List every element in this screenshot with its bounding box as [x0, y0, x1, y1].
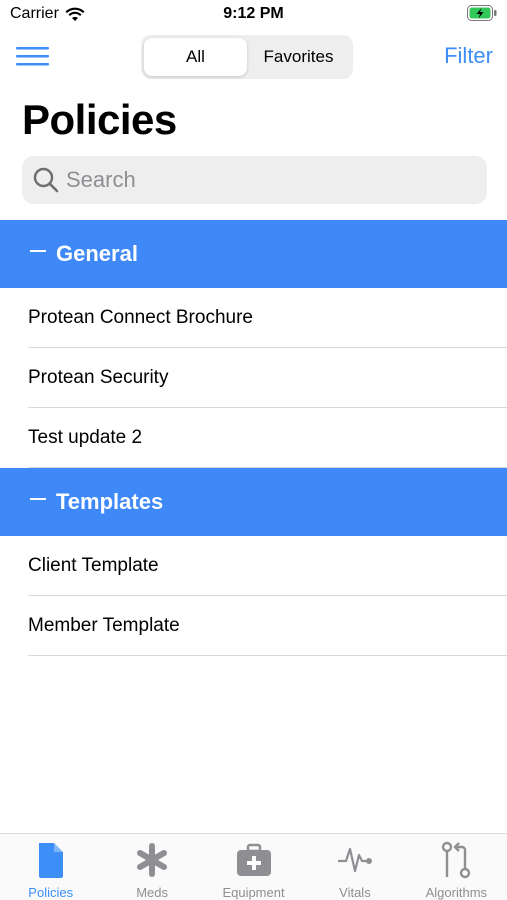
segment-all[interactable]: All [144, 38, 247, 76]
search-icon [33, 167, 59, 193]
filter-button[interactable]: Filter [444, 43, 493, 69]
tab-policies[interactable]: Policies [0, 834, 101, 900]
tab-label: Vitals [339, 885, 371, 900]
nav-bar: All Favorites Filter [0, 34, 507, 80]
tab-label: Equipment [222, 885, 285, 900]
section-title: Templates [56, 489, 164, 514]
list-item[interactable]: Client Template [0, 536, 507, 596]
battery-icon [467, 5, 497, 26]
page-title: Policies [22, 96, 177, 143]
tab-bar: Policies Meds Equipment Vitals Algorithm… [0, 833, 507, 900]
section-header-general[interactable]: General [0, 220, 507, 288]
section-header-templates[interactable]: Templates [0, 468, 507, 536]
document-icon [38, 843, 63, 878]
search-input[interactable] [66, 167, 466, 193]
pulse-icon [337, 847, 372, 873]
tab-label: Meds [136, 885, 168, 900]
tab-vitals[interactable]: Vitals [304, 834, 405, 900]
asterisk-icon [137, 843, 168, 877]
tab-algorithms[interactable]: Algorithms [406, 834, 507, 900]
first-aid-kit-icon [236, 843, 271, 876]
list-item[interactable]: Member Template [0, 596, 507, 656]
segment-favorites[interactable]: Favorites [247, 38, 350, 76]
list-item[interactable]: Protean Security [0, 348, 507, 408]
menu-button[interactable] [16, 44, 50, 70]
status-bar: Carrier 9:12 PM [0, 0, 507, 30]
tab-meds[interactable]: Meds [101, 834, 202, 900]
collapse-icon [30, 498, 46, 500]
hamburger-icon [16, 47, 49, 66]
tab-equipment[interactable]: Equipment [203, 834, 304, 900]
list-item[interactable]: Test update 2 [0, 408, 507, 468]
section-title: General [56, 241, 138, 266]
search-bar[interactable] [22, 156, 487, 204]
list-item[interactable]: Protean Connect Brochure [0, 288, 507, 348]
tab-label: Algorithms [425, 885, 488, 900]
segmented-control: All Favorites [141, 35, 353, 79]
status-time: 9:12 PM [223, 5, 284, 22]
flow-icon [442, 841, 471, 879]
tab-label: Policies [28, 885, 74, 900]
collapse-icon [30, 250, 46, 252]
policy-list: General Protean Connect Brochure Protean… [0, 220, 507, 656]
